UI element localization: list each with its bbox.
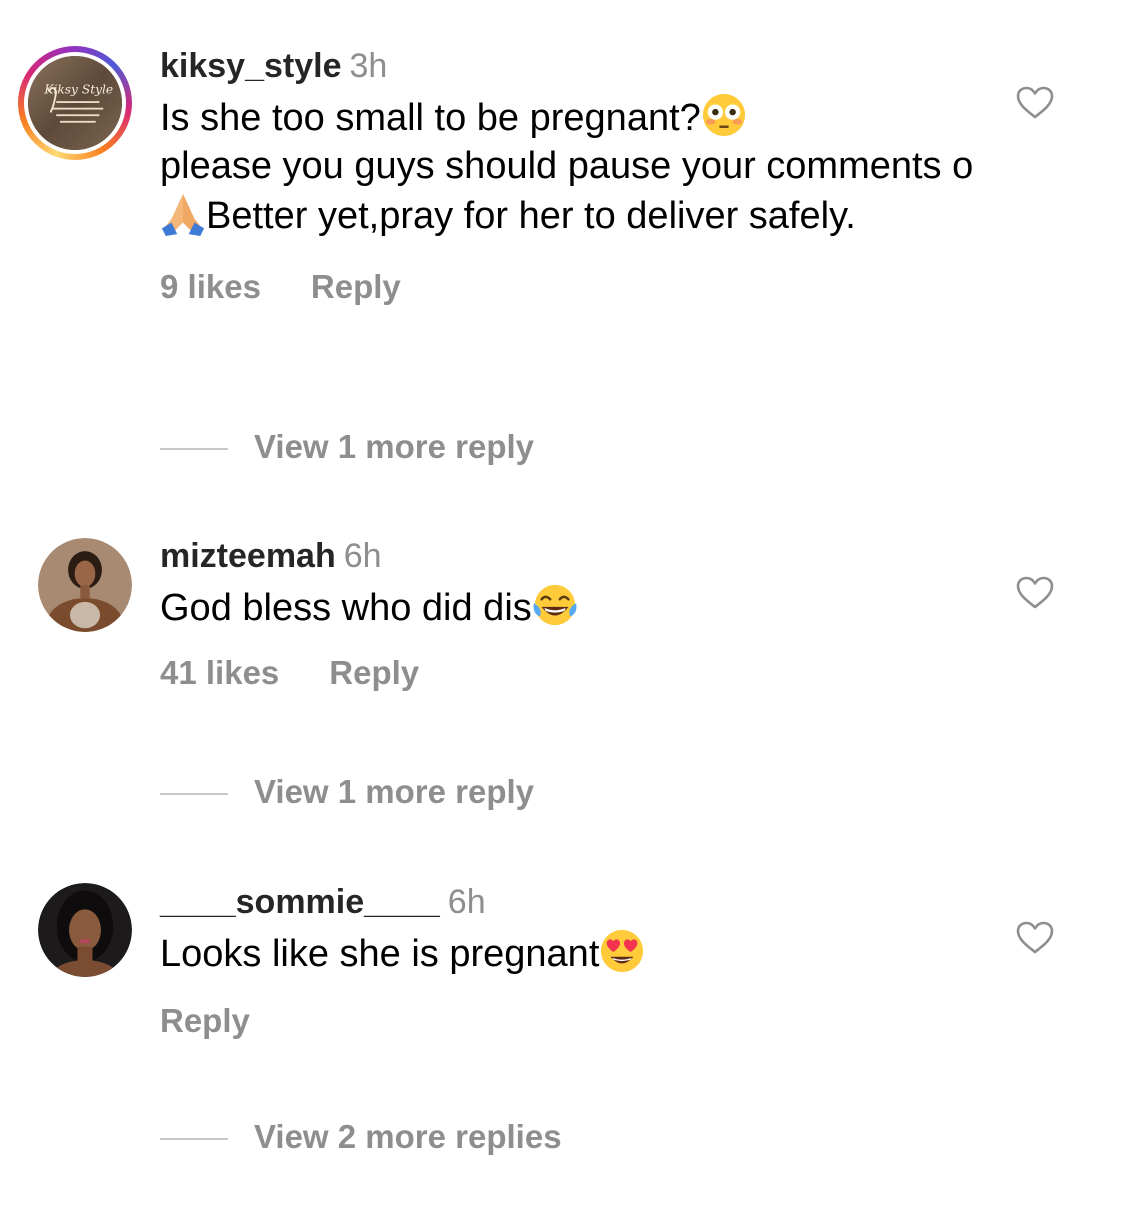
- divider-line: [160, 793, 228, 796]
- avatar-mizteemah[interactable]: [38, 538, 132, 632]
- view-more-replies-button[interactable]: View 1 more reply: [160, 428, 534, 466]
- folded-hands-icon: [161, 193, 205, 236]
- avatar-sommie[interactable]: [38, 883, 132, 977]
- divider-line: [160, 448, 228, 451]
- comment-meta: Reply: [160, 1002, 980, 1040]
- username[interactable]: kiksy_style: [160, 47, 342, 85]
- avatar-image: [38, 883, 132, 977]
- reply-button[interactable]: Reply: [311, 268, 401, 305]
- username[interactable]: ____sommie____: [160, 883, 440, 921]
- reply-button[interactable]: Reply: [329, 654, 419, 691]
- comment-header: mizteemah 6h: [160, 536, 980, 576]
- comment-text: Looks like she is pregnant: [160, 928, 980, 978]
- comment-meta: 41 likes Reply: [160, 654, 980, 692]
- heart-outline-icon[interactable]: [1016, 921, 1054, 955]
- comment-header: ____sommie____ 6h: [160, 882, 980, 922]
- heart-outline-icon[interactable]: [1016, 86, 1054, 120]
- avatar-image: [38, 538, 132, 632]
- likes-count[interactable]: 41 likes: [160, 654, 279, 691]
- avatar-kiksy-style[interactable]: Kiksy Style: [18, 46, 132, 160]
- smiling-face-with-heart-eyes-icon: [601, 929, 644, 973]
- reply-button[interactable]: Reply: [160, 1002, 250, 1039]
- view-more-replies-button[interactable]: View 1 more reply: [160, 773, 534, 811]
- timestamp: 6h: [343, 537, 382, 575]
- comment-header: kiksy_style 3h: [160, 46, 980, 86]
- svg-text:Kiksy Style: Kiksy Style: [43, 83, 113, 97]
- likes-count[interactable]: 9 likes: [160, 268, 261, 305]
- comment-meta: 9 likes Reply: [160, 268, 980, 306]
- username[interactable]: mizteemah: [160, 537, 336, 575]
- timestamp: 3h: [349, 47, 388, 85]
- face-with-tears-of-joy-icon: [533, 584, 577, 626]
- view-more-replies-button[interactable]: View 2 more replies: [160, 1118, 562, 1156]
- heart-outline-icon[interactable]: [1016, 576, 1054, 610]
- timestamp: 6h: [447, 883, 486, 921]
- divider-line: [160, 1138, 228, 1141]
- comment-text: God bless who did dis: [160, 582, 980, 632]
- avatar-image: Kiksy Style: [28, 56, 122, 150]
- flushed-face-icon: [702, 93, 745, 137]
- comment-text: Is she too small to be pregnant? please …: [160, 92, 980, 240]
